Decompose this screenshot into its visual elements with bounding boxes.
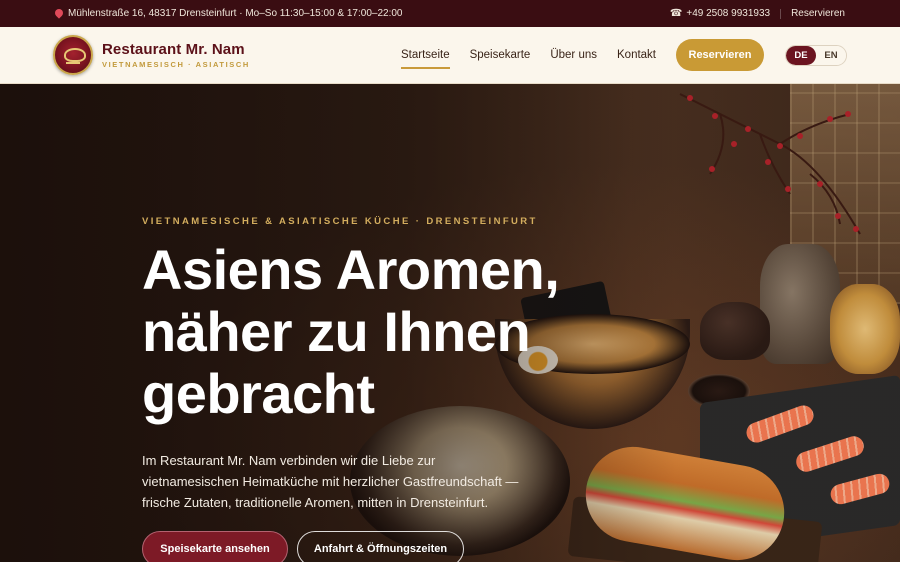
menu-cta-button[interactable]: Speisekarte ansehen bbox=[142, 531, 288, 562]
lang-en-button[interactable]: EN bbox=[816, 45, 846, 65]
top-info-bar: Mühlenstraße 16, 48317 Drensteinfurt · M… bbox=[0, 0, 900, 27]
nav-item-ueber-uns[interactable]: Über uns bbox=[550, 45, 597, 65]
brand[interactable]: Restaurant Mr. Nam VIETNAMESISCH · ASIAT… bbox=[102, 41, 250, 69]
site-header: Restaurant Mr. Nam VIETNAMESISCH · ASIAT… bbox=[0, 27, 900, 84]
lang-de-button[interactable]: DE bbox=[786, 45, 816, 65]
divider bbox=[780, 8, 782, 19]
pin-icon bbox=[55, 9, 63, 19]
logo-icon[interactable] bbox=[53, 35, 93, 75]
nav-item-speisekarte[interactable]: Speisekarte bbox=[470, 45, 531, 65]
phone-icon: ☎ bbox=[669, 8, 683, 19]
top-reserve-link[interactable]: Reservieren bbox=[791, 8, 845, 19]
phone-link[interactable]: ☎ +49 2508 9931933 bbox=[670, 8, 770, 19]
hero-headline: Asiens Aromen, näher zu Ihnen gebracht bbox=[142, 238, 560, 425]
main-nav: Startseite Speisekarte Über uns Kontakt … bbox=[381, 39, 847, 71]
brand-name: Restaurant Mr. Nam bbox=[102, 41, 245, 58]
address-text: Mühlenstraße 16, 48317 Drensteinfurt · M… bbox=[68, 8, 403, 19]
directions-hours-button[interactable]: Anfahrt & Öffnungszeiten bbox=[297, 531, 464, 562]
hero-eyebrow: VIETNAMESISCHE & ASIATISCHE KÜCHE · DREN… bbox=[142, 216, 538, 227]
top-contact: ☎ +49 2508 9931933 Reservieren bbox=[670, 8, 845, 19]
hero-lead-text: Im Restaurant Mr. Nam verbinden wir die … bbox=[142, 453, 519, 510]
language-switch: DE EN bbox=[785, 44, 847, 66]
nav-item-startseite[interactable]: Startseite bbox=[401, 45, 450, 69]
phone-number: +49 2508 9931933 bbox=[686, 8, 771, 19]
address-info: Mühlenstraße 16, 48317 Drensteinfurt · M… bbox=[55, 8, 402, 19]
reserve-button[interactable]: Reservieren bbox=[676, 39, 764, 71]
hero-section: VIETNAMESISCHE & ASIATISCHE KÜCHE · DREN… bbox=[0, 84, 900, 562]
brand-tagline: VIETNAMESISCH · ASIATISCH bbox=[102, 60, 250, 69]
nav-item-kontakt[interactable]: Kontakt bbox=[617, 45, 656, 65]
